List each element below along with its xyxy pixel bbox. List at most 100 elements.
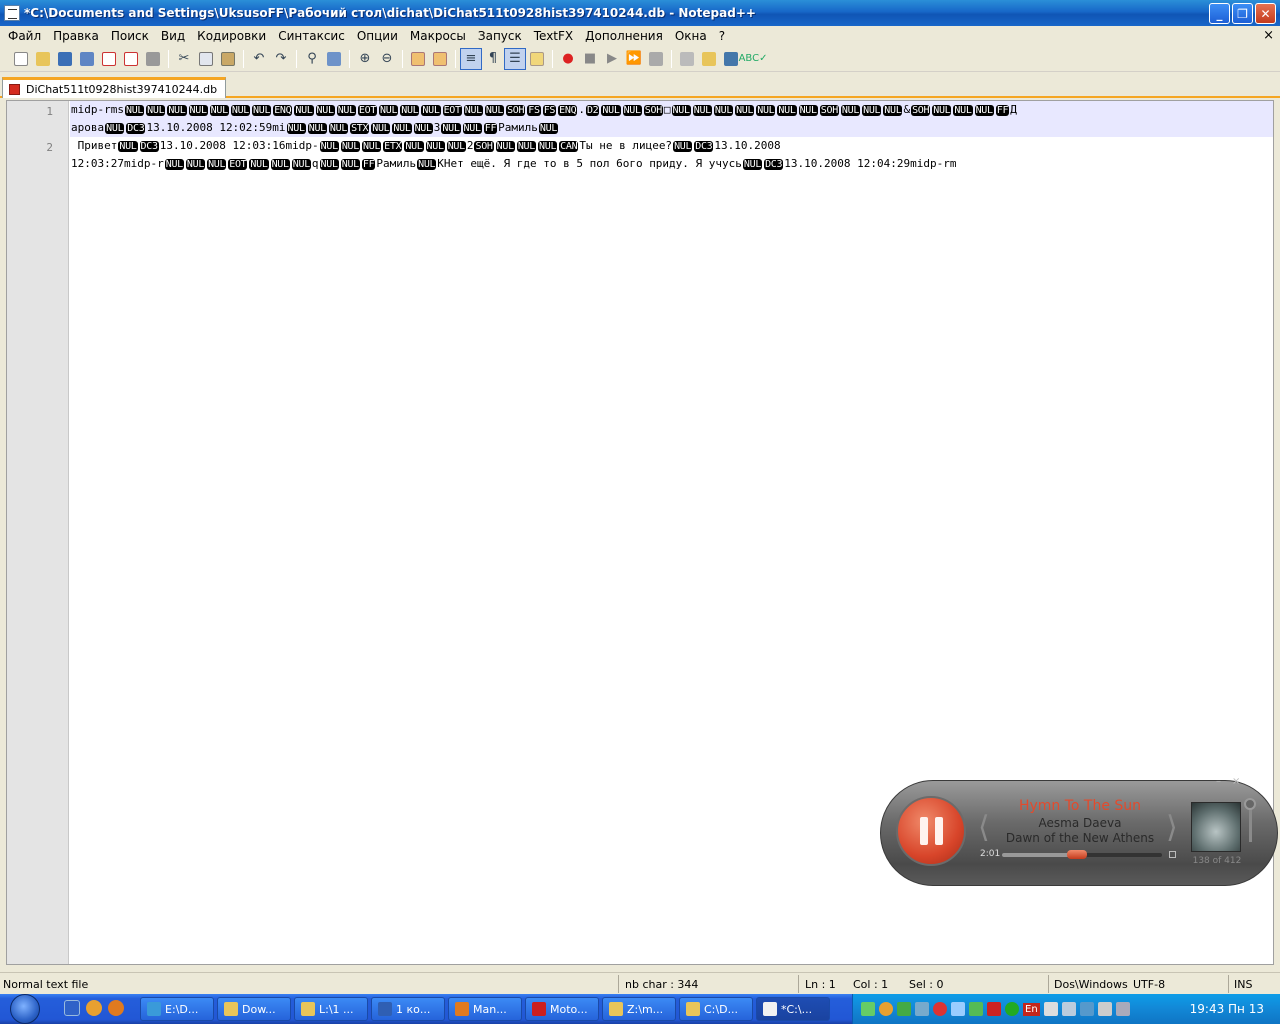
taskbar-button[interactable]: Z:\m... bbox=[602, 997, 676, 1021]
menu-help[interactable]: ? bbox=[713, 29, 731, 43]
cut-button[interactable]: ✂ bbox=[173, 48, 195, 70]
tray-app-icon[interactable] bbox=[879, 1002, 893, 1016]
code-line[interactable]: midp-rms NUL NUL NUL NUL NUL NUL NUL ENQ NUL NUL NU… bbox=[70, 101, 1273, 119]
redo-button[interactable]: ↷ bbox=[270, 48, 292, 70]
media-app-icon[interactable] bbox=[86, 1000, 102, 1016]
taskbar-button[interactable]: Dow... bbox=[217, 997, 291, 1021]
control-char-token: FS bbox=[542, 105, 557, 116]
word-wrap-button[interactable]: ≡ bbox=[460, 47, 482, 70]
macro-record-button[interactable]: ● bbox=[557, 48, 579, 70]
tray-messenger-icon[interactable] bbox=[969, 1002, 983, 1016]
menu-edit[interactable]: Правка bbox=[47, 29, 105, 43]
tray-keyboard-icon[interactable] bbox=[1043, 1002, 1058, 1016]
title-bar[interactable]: *C:\Documents and Settings\UksusoFF\Рабо… bbox=[0, 0, 1280, 26]
text-area[interactable]: midp-rms NUL NUL NUL NUL NUL NUL NUL ENQ NUL NUL NU… bbox=[70, 101, 1273, 173]
plugin-button-1[interactable] bbox=[676, 48, 698, 70]
tray-butterfly-icon[interactable] bbox=[915, 1002, 929, 1016]
code-line[interactable]: 12:03:27midp-r NUL NUL NUL EOT NUL NUL NUL q NUL N… bbox=[70, 155, 1273, 173]
volume-handle[interactable] bbox=[1244, 798, 1256, 810]
taskbar-button[interactable]: E:\D... bbox=[140, 997, 214, 1021]
taskbar-button[interactable]: Moto... bbox=[525, 997, 599, 1021]
taskbar-button[interactable]: L:\1 ... bbox=[294, 997, 368, 1021]
find-button[interactable]: ⚲ bbox=[301, 48, 323, 70]
close-file-button[interactable] bbox=[98, 48, 120, 70]
tray-antivirus-icon[interactable] bbox=[987, 1002, 1001, 1016]
player-close-icon[interactable]: × bbox=[1232, 776, 1240, 787]
taskbar-button[interactable]: *C:\... bbox=[756, 997, 830, 1021]
tray-text-icon[interactable] bbox=[1061, 1002, 1076, 1016]
seek-handle[interactable] bbox=[1067, 850, 1088, 859]
close-button[interactable]: ✕ bbox=[1255, 3, 1276, 24]
close-all-button[interactable] bbox=[120, 48, 142, 70]
pause-button[interactable] bbox=[896, 796, 966, 866]
undo-button[interactable]: ↶ bbox=[248, 48, 270, 70]
tray-monitor-icon[interactable] bbox=[1079, 1002, 1094, 1016]
plugin-button-2[interactable] bbox=[698, 48, 720, 70]
menu-encoding[interactable]: Кодировки bbox=[191, 29, 272, 43]
menu-textfx[interactable]: TextFX bbox=[528, 29, 579, 43]
media-player-widget[interactable]: – × ⟨ ⟩ Hymn To The Sun Aesma Daeva Dawn… bbox=[880, 776, 1278, 886]
menu-macros[interactable]: Макросы bbox=[404, 29, 472, 43]
tray-pen-icon[interactable] bbox=[861, 1002, 875, 1016]
zoom-in-button[interactable]: ⊕ bbox=[354, 48, 376, 70]
save-all-button[interactable] bbox=[76, 48, 98, 70]
menu-view[interactable]: Вид bbox=[155, 29, 191, 43]
menu-windows[interactable]: Окна bbox=[669, 29, 713, 43]
close-document-icon[interactable]: × bbox=[1263, 28, 1274, 43]
tray-shield-icon[interactable] bbox=[933, 1002, 947, 1016]
print-button[interactable] bbox=[142, 48, 164, 70]
replace-button[interactable] bbox=[323, 48, 345, 70]
notepad-app-icon[interactable] bbox=[4, 5, 20, 21]
stop-icon[interactable] bbox=[1169, 851, 1176, 858]
macro-play-multiple-button[interactable]: ⏩ bbox=[623, 48, 645, 70]
control-char-token: DC3 bbox=[126, 123, 146, 134]
menu-search[interactable]: Поиск bbox=[105, 29, 155, 43]
show-desktop-icon[interactable] bbox=[64, 1000, 80, 1016]
menu-run[interactable]: Запуск bbox=[472, 29, 528, 43]
save-button[interactable] bbox=[54, 48, 76, 70]
menu-options[interactable]: Опции bbox=[351, 29, 404, 43]
language-indicator[interactable]: En bbox=[1023, 1002, 1040, 1016]
taskbar-button[interactable]: C:\D... bbox=[679, 997, 753, 1021]
user-language-button[interactable] bbox=[526, 48, 548, 70]
sync-horizontal-button[interactable] bbox=[429, 48, 451, 70]
tray-usb-icon[interactable] bbox=[1115, 1002, 1130, 1016]
clock[interactable]: 19:43 Пн 13 bbox=[1190, 1002, 1264, 1016]
macro-save-button[interactable] bbox=[645, 48, 667, 70]
menu-plugins[interactable]: Дополнения bbox=[579, 29, 669, 43]
taskbar-button[interactable]: Man... bbox=[448, 997, 522, 1021]
line-number-gutter[interactable]: 1 2 bbox=[7, 101, 69, 964]
indent-guide-button[interactable]: ☰ bbox=[504, 47, 526, 70]
macro-stop-button[interactable]: ■ bbox=[579, 48, 601, 70]
zoom-out-button[interactable]: ⊖ bbox=[376, 48, 398, 70]
control-char-token: NUL bbox=[319, 141, 339, 152]
code-line[interactable]: Привет NUL DC3 13.10.2008 12:03:16midp- NUL N… bbox=[70, 137, 1273, 155]
open-file-button[interactable] bbox=[32, 48, 54, 70]
player-minimize-icon[interactable]: – bbox=[1216, 776, 1221, 787]
control-char-token: NUL bbox=[392, 123, 412, 134]
tray-green-icon[interactable] bbox=[897, 1002, 911, 1016]
minimize-button[interactable]: _ bbox=[1209, 3, 1230, 24]
seek-bar[interactable] bbox=[1002, 850, 1162, 859]
code-line[interactable]: арова NUL DC3 13.10.2008 12:02:59mi NUL NUL NU… bbox=[70, 119, 1273, 137]
paste-button[interactable] bbox=[217, 48, 239, 70]
menu-file[interactable]: Файл bbox=[2, 29, 47, 43]
spell-check-button[interactable]: ABC✓ bbox=[739, 48, 768, 70]
previous-track-icon[interactable]: ⟨ bbox=[978, 810, 990, 845]
document-tab[interactable]: DiChat511t0928hist397410244.db bbox=[2, 77, 227, 98]
menu-syntax[interactable]: Синтаксис bbox=[272, 29, 351, 43]
show-all-chars-button[interactable]: ¶ bbox=[482, 48, 504, 70]
tray-download-icon[interactable] bbox=[1005, 1002, 1019, 1016]
firefox-icon[interactable] bbox=[108, 1000, 124, 1016]
tray-network-icon[interactable] bbox=[951, 1002, 965, 1016]
album-art[interactable] bbox=[1191, 802, 1241, 852]
macro-play-button[interactable]: ▶ bbox=[601, 48, 623, 70]
new-file-button[interactable] bbox=[10, 48, 32, 70]
volume-icon[interactable] bbox=[1097, 1002, 1112, 1016]
sync-vertical-button[interactable] bbox=[407, 48, 429, 70]
copy-button[interactable] bbox=[195, 48, 217, 70]
text-token: Ты не в лицее? bbox=[579, 139, 673, 152]
maximize-button[interactable]: ❐ bbox=[1232, 3, 1253, 24]
taskbar-button[interactable]: 1 ко... bbox=[371, 997, 445, 1021]
start-button[interactable] bbox=[0, 994, 50, 1024]
